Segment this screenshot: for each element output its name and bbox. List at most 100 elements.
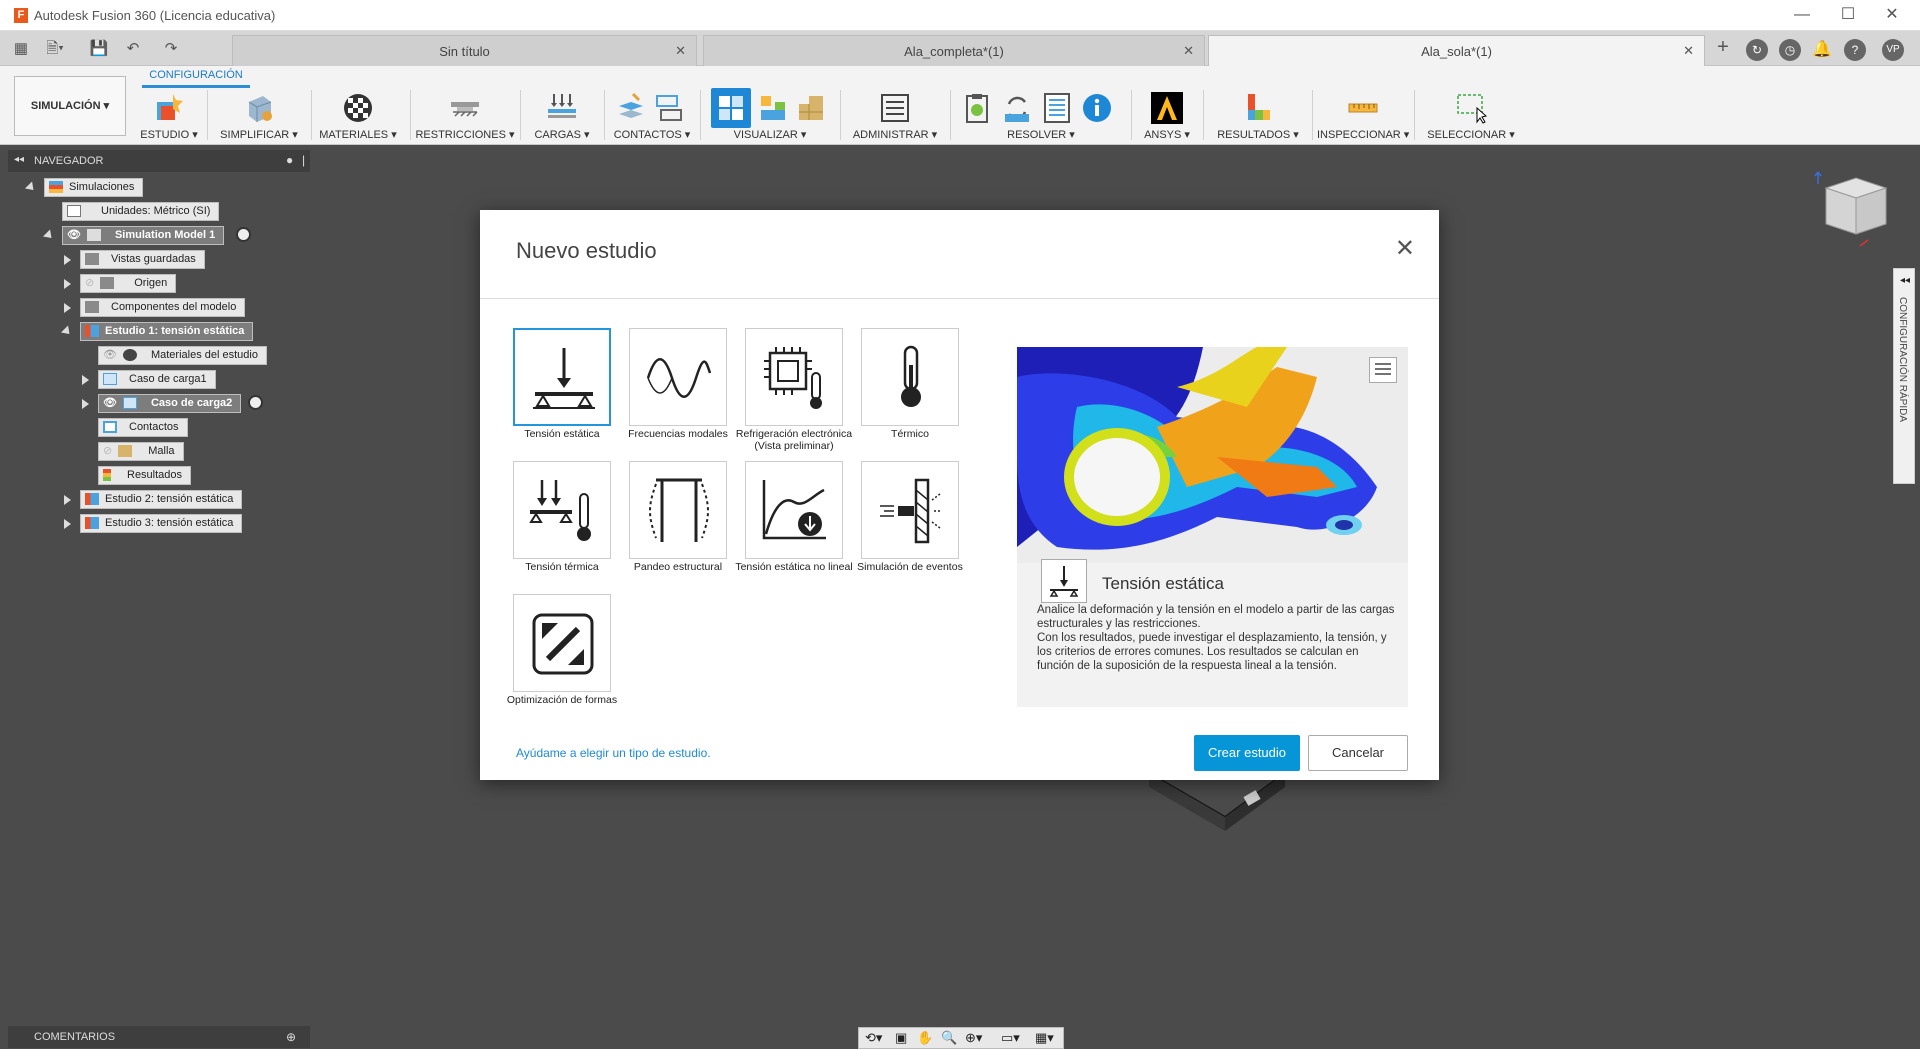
ribbon-group-inspeccionar[interactable]: INSPECCIONAR ▾ <box>1317 88 1409 143</box>
close-tab-icon[interactable]: ✕ <box>1683 43 1694 59</box>
fit-icon[interactable]: ⊕▾ <box>965 1030 982 1046</box>
ribbon-group-visualizar[interactable]: VISUALIZAR ▾ <box>705 88 835 143</box>
ribbon-group-simplificar[interactable]: SIMPLIFICAR ▾ <box>212 88 306 143</box>
visibility-eye-icon[interactable]: 👁 <box>103 349 117 361</box>
tree-item-model-components[interactable]: Componentes del modelo <box>0 298 320 317</box>
expand-arrow-icon[interactable] <box>42 229 56 242</box>
navigator-options-icon[interactable]: ● <box>286 153 293 167</box>
tree-item-study-2[interactable]: Estudio 2: tensión estática <box>0 490 320 509</box>
tree-item-load-case-2[interactable]: 👁 Caso de carga2 <box>0 394 320 413</box>
tree-item-contacts[interactable]: Contactos <box>0 418 320 437</box>
expand-arrow-icon[interactable] <box>64 519 71 529</box>
add-comment-icon[interactable]: ⊕ <box>286 1026 296 1048</box>
ribbon-group-ansys[interactable]: ANSYS ▾ <box>1136 88 1198 143</box>
display-settings-icon[interactable]: ▭▾ <box>1001 1030 1020 1046</box>
pan-icon[interactable]: ✋ <box>917 1030 933 1046</box>
tab-sin-titulo[interactable]: Sin título ✕ <box>232 35 697 66</box>
tree-item-study-3[interactable]: Estudio 3: tensión estática <box>0 514 320 533</box>
expand-arrow-icon[interactable] <box>82 399 89 409</box>
study-card-static-stress[interactable] <box>513 328 611 426</box>
tree-item-mesh[interactable]: ⊘ Malla <box>0 442 320 461</box>
expand-arrow-icon[interactable] <box>64 495 71 505</box>
close-icon[interactable]: ✕ <box>1872 4 1912 26</box>
study-card-structural-buckling[interactable] <box>629 461 727 559</box>
ribbon-group-contactos[interactable]: CONTACTOS ▾ <box>609 88 695 143</box>
tree-item-simulaciones[interactable]: Simulaciones <box>0 178 320 197</box>
ribbon-group-administrar[interactable]: ADMINISTRAR ▾ <box>845 88 945 143</box>
ribbon-group-restricciones[interactable]: RESTRICCIONES ▾ <box>415 88 515 143</box>
hidden-eye-icon[interactable]: ⊘ <box>103 445 112 457</box>
study-card-event-simulation[interactable] <box>861 461 959 559</box>
study-label: Simulación de eventos <box>857 561 963 573</box>
tree-item-simulation-model[interactable]: 👁 Simulation Model 1 <box>0 226 320 245</box>
expand-arrow-icon[interactable] <box>60 325 74 338</box>
user-avatar[interactable]: VP <box>1882 39 1904 61</box>
tab-ala-sola[interactable]: Ala_sola*(1) ✕ <box>1208 35 1705 66</box>
ribbon-group-seleccionar[interactable]: SELECCIONAR ▾ <box>1419 88 1523 143</box>
study-card-modal-frequencies[interactable] <box>629 328 727 426</box>
close-icon[interactable]: ✕ <box>1395 237 1415 261</box>
visibility-eye-icon[interactable]: 👁 <box>103 397 117 409</box>
tree-item-origin[interactable]: ⊘ Origen <box>0 274 320 293</box>
zoom-icon[interactable]: 🔍 <box>941 1030 957 1046</box>
expand-arrow-icon[interactable] <box>64 279 71 289</box>
navigator-header[interactable]: ◂◂ NAVEGADOR ● | <box>8 150 310 172</box>
ribbon-group-estudio[interactable]: ESTUDIO ▾ <box>136 88 202 143</box>
job-status-icon[interactable]: ◷ <box>1779 39 1801 61</box>
ribbon-group-cargas[interactable]: CARGAS ▾ <box>525 88 599 143</box>
expand-arrow-icon[interactable] <box>64 303 71 313</box>
study-card-thermal-stress[interactable] <box>513 461 611 559</box>
workspace-switcher[interactable]: SIMULACIÓN ▾ <box>14 76 126 136</box>
study-card-shape-optimization[interactable] <box>513 594 611 692</box>
visibility-eye-icon[interactable]: 👁 <box>67 229 81 241</box>
hidden-eye-icon[interactable]: ⊘ <box>85 277 94 289</box>
orbit-icon[interactable]: ⟲▾ <box>865 1030 882 1046</box>
activate-radio-icon[interactable] <box>236 227 251 242</box>
tree-item-load-case-1[interactable]: Caso de carga1 <box>0 370 320 389</box>
study-card-nonlinear-static-stress[interactable] <box>745 461 843 559</box>
ribbon-group-resultados[interactable]: RESULTADOS ▾ <box>1208 88 1308 143</box>
study-card-electronics-cooling[interactable] <box>745 328 843 426</box>
minimize-icon[interactable]: — <box>1782 4 1822 26</box>
undo-icon[interactable]: ↶ <box>122 39 144 59</box>
expand-panel-icon[interactable]: ◂◂ <box>1900 275 1910 286</box>
help-icon[interactable]: ? <box>1844 39 1866 61</box>
study-card-thermal[interactable] <box>861 328 959 426</box>
panel-resize-handle[interactable]: | <box>302 153 305 167</box>
expand-arrow-icon[interactable] <box>82 375 89 385</box>
tree-item-study-1[interactable]: Estudio 1: tensión estática <box>0 322 320 341</box>
app-grid-icon[interactable]: ▦ <box>10 39 32 59</box>
new-tab-icon[interactable]: + <box>1712 37 1734 57</box>
maximize-icon[interactable]: ☐ <box>1828 4 1868 26</box>
file-menu-icon[interactable]: 🗎▾ <box>44 39 66 59</box>
tree-item-saved-views[interactable]: Vistas guardadas <box>0 250 320 269</box>
expand-arrow-icon[interactable] <box>24 181 38 194</box>
cancel-button[interactable]: Cancelar <box>1308 735 1408 771</box>
quick-settings-panel[interactable]: ◂◂ CONFIGURACIÓN RÁPIDA <box>1893 268 1915 484</box>
viewcube[interactable] <box>1812 170 1892 250</box>
help-choose-study-link[interactable]: Ayúdame a elegir un tipo de estudio. <box>516 746 711 760</box>
ribbon-group-resolver[interactable]: RESOLVER ▾ <box>955 88 1127 143</box>
activate-radio-icon[interactable] <box>248 395 263 410</box>
tab-configuracion[interactable]: CONFIGURACIÓN <box>142 66 250 88</box>
close-tab-icon[interactable]: ✕ <box>1183 43 1194 59</box>
look-at-icon[interactable]: ▣ <box>895 1030 907 1046</box>
dialog-title: Nuevo estudio <box>516 238 657 263</box>
collapse-panel-icon[interactable]: ◂◂ <box>14 154 24 165</box>
redo-icon[interactable]: ↷ <box>160 39 182 59</box>
comments-panel[interactable]: COMENTARIOS ⊕ <box>8 1026 310 1048</box>
close-tab-icon[interactable]: ✕ <box>675 43 686 59</box>
save-icon[interactable]: 💾 <box>88 39 110 59</box>
expand-arrow-icon[interactable] <box>64 255 71 265</box>
tree-item-units[interactable]: Unidades: Métrico (SI) <box>0 202 320 221</box>
create-study-button[interactable]: Crear estudio <box>1194 735 1300 771</box>
notifications-icon[interactable]: 🔔 <box>1811 39 1833 61</box>
extensions-icon[interactable]: ↻ <box>1746 39 1768 61</box>
grid-settings-icon[interactable]: ▦▾ <box>1035 1030 1054 1046</box>
ribbon-group-materiales[interactable]: MATERIALES ▾ <box>316 88 400 143</box>
study-properties-button[interactable] <box>1369 357 1397 383</box>
tree-item-study-materials[interactable]: 👁 Materiales del estudio <box>0 346 320 365</box>
tab-ala-completa[interactable]: Ala_completa*(1) ✕ <box>703 35 1205 66</box>
mesh-visibility-button[interactable] <box>711 88 751 128</box>
tree-item-results[interactable]: Resultados <box>0 466 320 485</box>
